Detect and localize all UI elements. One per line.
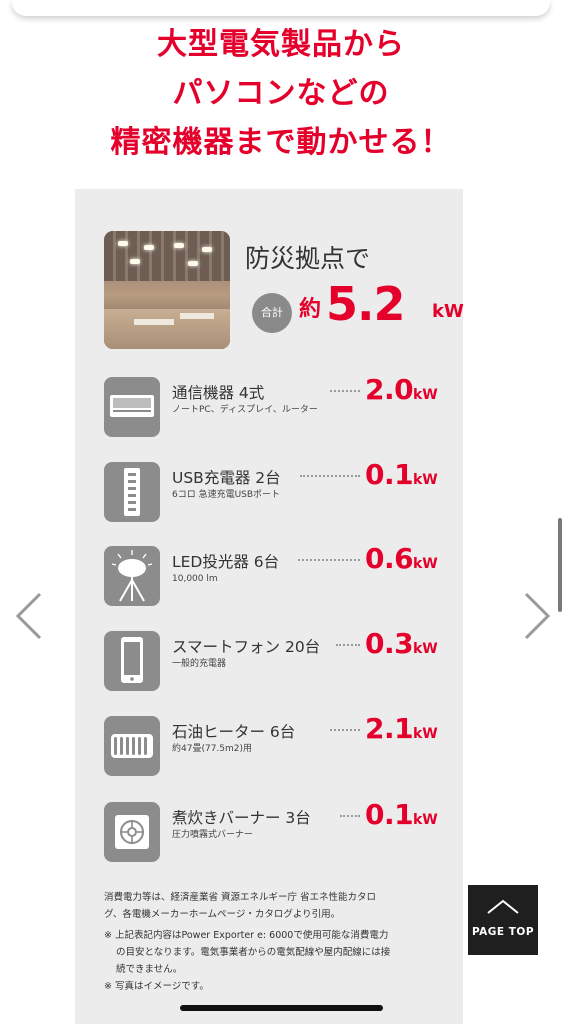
summary-value: 5.2 <box>326 277 405 331</box>
item-value: 0.1 <box>365 458 414 491</box>
chevron-right-icon <box>524 592 551 640</box>
top-card-edge <box>12 0 550 16</box>
page-top-label: PAGE TOP <box>471 926 535 938</box>
list-item-communication: 通信機器 4式 ノートPC、ディスプレイ、ルーター 2.0 kW <box>104 373 444 439</box>
item-value: 2.1 <box>365 712 414 745</box>
power-usage-panel: 防災拠点で 合計 約 5.2 kW 通信機器 4式 ノートPC、ディスプレイ、ル… <box>75 189 464 1024</box>
summary-unit: kW <box>432 301 464 322</box>
item-sub: 約47畳(77.5m2)用 <box>172 744 253 754</box>
item-sub: 6コロ 急速充電USBポート <box>172 490 281 500</box>
summary-approx: 約 <box>299 297 322 322</box>
item-sub: ノートPC、ディスプレイ、ルーター <box>172 405 318 415</box>
item-unit: kW <box>413 472 438 488</box>
item-unit: kW <box>413 641 438 657</box>
chevron-left-icon <box>15 592 42 640</box>
list-item-oil-heater: 石油ヒーター 6台 約47畳(77.5m2)用 2.1 kW <box>104 712 444 778</box>
chevron-up-icon <box>487 899 519 914</box>
list-item-cooking-burner: 煮炊きバーナー 3台 圧力噴霧式バーナー 0.1 kW <box>104 798 444 864</box>
item-name: 煮炊きバーナー 3台 <box>172 809 311 827</box>
next-slide-arrow[interactable] <box>522 592 552 640</box>
note-line: ※ 上記表記内容はPower Exporter e: 6000で使用可能な消費電… <box>104 930 389 941</box>
gymnasium-photo <box>104 231 230 349</box>
smartphone-icon <box>104 631 160 691</box>
list-item-led-floodlight: LED投光器 6台 10,000 lm 0.6 kW <box>104 542 444 608</box>
note-line: ※ 写真はイメージです。 <box>104 981 209 992</box>
leader-dots <box>298 559 360 561</box>
headline-line-2: パソコンなどの <box>172 76 390 111</box>
heater-icon <box>104 716 160 776</box>
usb-charger-icon <box>104 462 160 522</box>
prev-slide-arrow[interactable] <box>14 592 44 640</box>
item-sub: 一般的充電器 <box>172 659 227 669</box>
note-line: 消費電力等は、経済産業省 資源エネルギー庁 省エネ性能カタロ <box>104 892 377 903</box>
item-value: 0.6 <box>365 542 414 575</box>
note-line: の目安となります。電気事業者からの電気配線や屋内配線には接 <box>116 947 391 958</box>
leader-dots <box>340 815 360 817</box>
headline-line-1: 大型電気製品から <box>157 27 405 62</box>
page-top-button[interactable]: PAGE TOP <box>468 885 538 955</box>
leader-dots <box>336 644 360 646</box>
item-unit: kW <box>413 387 438 403</box>
item-value: 2.0 <box>365 373 414 406</box>
item-sub: 圧力噴霧式バーナー <box>172 830 254 840</box>
leader-dots <box>300 475 360 477</box>
item-name: 通信機器 4式 <box>172 384 265 402</box>
burner-icon <box>104 802 160 862</box>
item-value: 0.1 <box>365 798 414 831</box>
scrollbar-thumb[interactable] <box>558 518 562 612</box>
item-name: LED投光器 6台 <box>172 553 280 571</box>
footnotes: 消費電力等は、経済産業省 資源エネルギー庁 省エネ性能カタロ グ、各電機メーカー… <box>104 889 449 995</box>
summary-block: 防災拠点で 合計 約 5.2 kW <box>104 231 464 351</box>
list-item-smartphone: スマートフォン 20台 一般的充電器 0.3 kW <box>104 627 444 693</box>
item-name: スマートフォン 20台 <box>172 638 321 656</box>
item-unit: kW <box>413 726 438 742</box>
list-item-usb-charger: USB充電器 2台 6コロ 急速充電USBポート 0.1 kW <box>104 458 444 524</box>
note-line: 続できません。 <box>116 964 183 975</box>
item-name: USB充電器 2台 <box>172 469 281 487</box>
home-indicator[interactable] <box>180 1005 383 1011</box>
headline-line-3: 精密機器まで動かせる！ <box>110 125 452 160</box>
item-sub: 10,000 lm <box>172 574 218 584</box>
item-unit: kW <box>413 556 438 572</box>
monitor-icon <box>104 377 160 437</box>
summary-title: 防災拠点で <box>245 244 371 273</box>
item-unit: kW <box>413 812 438 828</box>
leader-dots <box>330 729 360 731</box>
note-line: グ、各電機メーカーホームページ・カタログより引用。 <box>104 909 341 920</box>
headline: 大型電気製品から パソコンなどの 精密機器まで動かせる！ <box>0 20 562 167</box>
item-value: 0.3 <box>365 627 414 660</box>
total-badge: 合計 <box>252 293 292 333</box>
item-name: 石油ヒーター 6台 <box>172 723 296 741</box>
leader-dots <box>330 390 360 392</box>
floodlight-icon <box>104 546 160 606</box>
